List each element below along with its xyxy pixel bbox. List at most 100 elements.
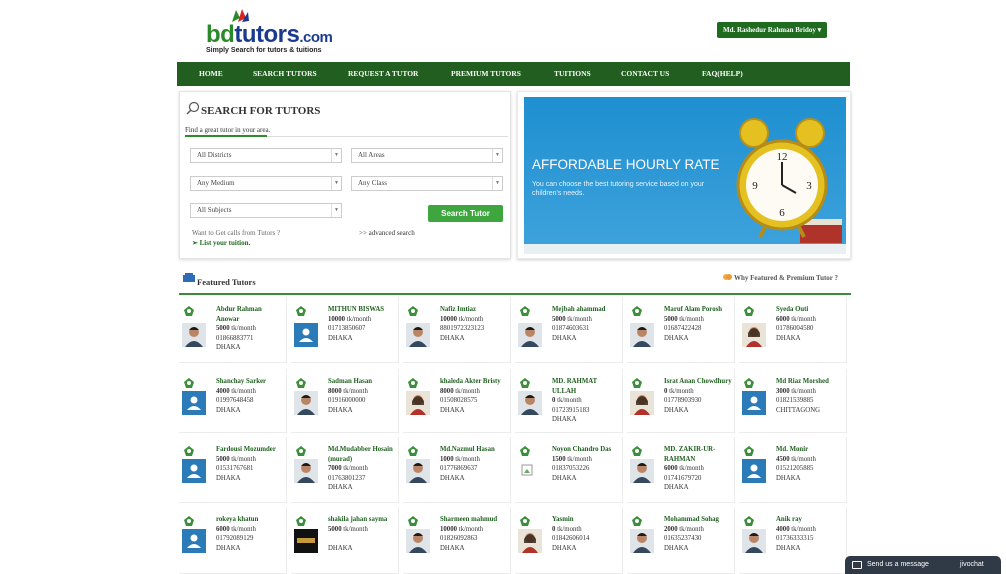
tutor-city: DHAKA xyxy=(664,544,689,552)
nav-tuitions[interactable]: TUITIONS xyxy=(554,62,591,86)
tutor-card[interactable]: Maruf Alam Porosh 5000 tk/month 0168742242… xyxy=(627,297,735,363)
tutor-name[interactable]: Mejbah ahammad xyxy=(552,305,622,315)
tutor-name[interactable]: rokeya khatun xyxy=(216,515,286,525)
tutor-info: Abdur Rahman Anowar 5000 tk/month 01866883… xyxy=(216,305,286,353)
tutor-card[interactable]: khaleda Akter Bristy 8000 tk/month 0150802… xyxy=(403,369,511,433)
tutor-photo[interactable] xyxy=(294,529,318,553)
tutor-photo[interactable] xyxy=(406,529,430,553)
tutor-city: DHAKA xyxy=(216,344,241,352)
tutor-name[interactable]: Md Riaz Morshed xyxy=(776,377,846,387)
tutor-photo[interactable] xyxy=(742,529,766,553)
tutor-card[interactable]: Abdur Rahman Anowar 5000 tk/month 01866883… xyxy=(179,297,287,363)
tutor-name[interactable]: Md. Monir xyxy=(776,445,846,455)
tutor-name[interactable]: Fardousi Mozumder xyxy=(216,445,286,455)
chevron-down-icon: ▼ xyxy=(331,149,341,162)
tutor-info: Sharmeen mahmud 10000 tk/month 01826092863… xyxy=(440,515,510,553)
tutor-card[interactable]: MD. ZAKIR-UR-RAHMAN 6000 tk/month 01741679… xyxy=(627,437,735,503)
list-tuition-link[interactable]: ➢ List your tuition. xyxy=(192,239,250,247)
tutor-card[interactable]: Noyon Chandro Das 1500 tk/month 0183705322… xyxy=(515,437,623,503)
tutor-name[interactable]: Noyon Chandro Das xyxy=(552,445,622,455)
tutor-card[interactable]: MD. RAHMAT ULLAH 0 tk/month 01723915183 DHA… xyxy=(515,369,623,433)
tutor-photo[interactable] xyxy=(294,391,318,415)
tutor-name[interactable]: Mohammad Sohag xyxy=(664,515,734,525)
tutor-photo[interactable] xyxy=(630,459,654,483)
tutor-card[interactable]: Fardousi Mozumder 5000 tk/month 0153176768… xyxy=(179,437,287,503)
user-menu-button[interactable]: Md. Rashedur Rahman Bridoy ▾ xyxy=(717,22,828,38)
tutor-card[interactable]: Md.Mudabber Hosain (murad) 7000 tk/month 0… xyxy=(291,437,399,503)
tutor-name[interactable]: Nafiz Imtiaz xyxy=(440,305,510,315)
search-tutor-button[interactable]: Search Tutor xyxy=(428,205,503,222)
tutor-name[interactable]: MITHUN BISWAS xyxy=(328,305,398,315)
class-select[interactable]: Any Class ▼ xyxy=(351,176,503,191)
tutor-card[interactable]: Yasmin 0 tk/month 01842606014 DHAKA xyxy=(515,507,623,574)
tutor-card[interactable]: Md Riaz Morshed 3000 tk/month 01821539885 C… xyxy=(739,369,847,433)
tutor-name[interactable]: Syeda Outi xyxy=(776,305,846,315)
tutor-card[interactable]: Israt Anan Chowdhury 0 tk/month 0177890393… xyxy=(627,369,735,433)
tutor-name[interactable]: Shanchay Sarker xyxy=(216,377,286,387)
tutor-name[interactable]: Israt Anan Chowdhury xyxy=(664,377,734,387)
tutor-card[interactable]: Mohammad Sohag 2000 tk/month 01635237430 DH… xyxy=(627,507,735,574)
tutor-card[interactable]: shakila jahan sayma 5000 tk/month DHAKA xyxy=(291,507,399,574)
tutor-photo[interactable] xyxy=(406,391,430,415)
tutor-card[interactable]: Sadman Hasan 8000 tk/month 01916000000 DHAK… xyxy=(291,369,399,433)
tutor-name[interactable]: Md.Nazmul Hasan xyxy=(440,445,510,455)
tutor-name[interactable]: Sharmeen mahmud xyxy=(440,515,510,525)
tutor-name[interactable]: Sadman Hasan xyxy=(328,377,398,387)
medium-select[interactable]: Any Medium ▼ xyxy=(190,176,342,191)
why-featured-link[interactable]: Why Featured & Premium Tutor ? xyxy=(734,274,838,282)
site-logo[interactable]: bdtutors.com Simply Search for tutors & … xyxy=(206,8,336,54)
nav-request-tutor[interactable]: REQUEST A TUTOR xyxy=(348,62,418,86)
tutor-card[interactable]: MITHUN BISWAS 10000 tk/month 01713850607 DH… xyxy=(291,297,399,363)
tutor-card[interactable]: Sharmeen mahmud 10000 tk/month 01826092863… xyxy=(403,507,511,574)
district-select[interactable]: All Districts ▼ xyxy=(190,148,342,163)
tutor-photo[interactable] xyxy=(518,323,542,347)
tutor-photo[interactable] xyxy=(406,323,430,347)
tutor-phone: 8801972323123 xyxy=(440,325,485,333)
nav-faq[interactable]: FAQ(HELP) xyxy=(702,62,743,86)
tutor-phone: 01635237430 xyxy=(664,535,702,543)
tutor-card[interactable]: Shanchay Sarker 4000 tk/month 01997648458 D… xyxy=(179,369,287,433)
tutor-photo[interactable] xyxy=(182,459,206,483)
tutor-photo[interactable] xyxy=(518,391,542,415)
tutor-card[interactable]: Mejbah ahammad 5000 tk/month 01874603631 DH… xyxy=(515,297,623,363)
tutor-photo[interactable] xyxy=(742,459,766,483)
tutor-photo[interactable] xyxy=(182,323,206,347)
tutor-photo[interactable] xyxy=(742,323,766,347)
tutor-name[interactable]: MD. RAHMAT ULLAH xyxy=(552,377,622,396)
tutor-photo[interactable] xyxy=(630,323,654,347)
tutor-card[interactable]: Anik ray 4000 tk/month 01736333315 DHAKA xyxy=(739,507,847,574)
tutor-photo[interactable] xyxy=(630,391,654,415)
tutor-name[interactable]: MD. ZAKIR-UR-RAHMAN xyxy=(664,445,734,464)
tutor-card[interactable]: rokeya khatun 6000 tk/month 01792089129 DHA… xyxy=(179,507,287,574)
tutor-photo[interactable] xyxy=(630,529,654,553)
tutor-name[interactable]: Md.Mudabber Hosain (murad) xyxy=(328,445,398,464)
tutor-card[interactable]: Md.Nazmul Hasan 1000 tk/month 01776869637 D… xyxy=(403,437,511,503)
tutor-card[interactable]: Nafiz Imtiaz 10000 tk/month 8801972323123 D… xyxy=(403,297,511,363)
nav-home[interactable]: HOME xyxy=(199,62,223,86)
promo-banner[interactable]: AFFORDABLE HOURLY RATE You can choose th… xyxy=(517,91,851,259)
tutor-photo[interactable] xyxy=(182,391,206,415)
tutor-photo[interactable] xyxy=(182,529,206,553)
area-select[interactable]: All Areas ▼ xyxy=(351,148,503,163)
nav-contact-us[interactable]: CONTACT US xyxy=(621,62,669,86)
advanced-search-link[interactable]: >> advanced search xyxy=(359,229,415,237)
tutor-name[interactable]: Maruf Alam Porosh xyxy=(664,305,734,315)
tutor-photo[interactable] xyxy=(294,323,318,347)
tutor-name[interactable]: Anik ray xyxy=(776,515,846,525)
nav-premium-tutors[interactable]: PREMIUM TUTORS xyxy=(451,62,521,86)
tutor-card[interactable]: Md. Monir 4500 tk/month 01521205885 DHAKA xyxy=(739,437,847,503)
tutor-card[interactable]: Syeda Outi 6000 tk/month 01786004580 DHAKA xyxy=(739,297,847,363)
chat-widget[interactable]: Send us a message jivochat xyxy=(845,556,1001,574)
tutor-photo[interactable] xyxy=(406,459,430,483)
subjects-select[interactable]: All Subjects ▼ xyxy=(190,203,342,218)
chevron-down-icon: ▼ xyxy=(492,149,502,162)
tutor-name[interactable]: Abdur Rahman Anowar xyxy=(216,305,286,324)
tutor-photo[interactable] xyxy=(742,391,766,415)
tutor-name[interactable]: khaleda Akter Bristy xyxy=(440,377,510,387)
tutor-photo[interactable] xyxy=(518,459,542,483)
tutor-photo[interactable] xyxy=(294,459,318,483)
tutor-name[interactable]: Yasmin xyxy=(552,515,622,525)
tutor-photo[interactable] xyxy=(518,529,542,553)
nav-search-tutors[interactable]: SEARCH TUTORS xyxy=(253,62,317,86)
tutor-name[interactable]: shakila jahan sayma xyxy=(328,515,398,525)
